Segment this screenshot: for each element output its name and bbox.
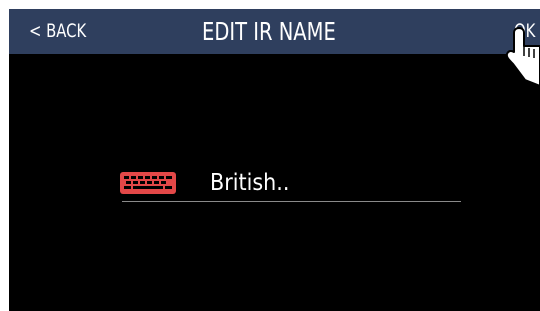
keyboard-icon[interactable]	[120, 172, 176, 194]
back-button[interactable]: < BACK	[29, 9, 86, 54]
ir-name-value[interactable]: British..	[210, 167, 289, 199]
page-title: EDIT IR NAME	[202, 17, 336, 46]
device-screen: < BACK EDIT IR NAME OK British..	[9, 9, 540, 311]
pointing-hand-icon	[505, 27, 540, 86]
name-field-underline	[122, 201, 461, 202]
header-bar: < BACK EDIT IR NAME OK	[9, 9, 540, 54]
